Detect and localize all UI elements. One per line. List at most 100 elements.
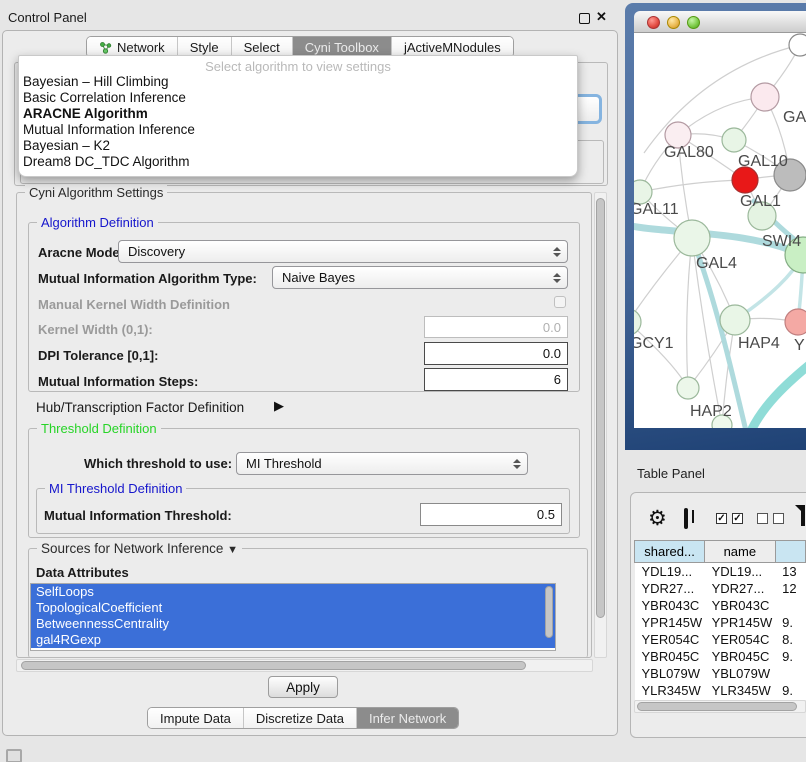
gear-icon[interactable]: ⚙ [648,506,667,531]
tab-style[interactable]: Style [177,37,231,57]
cell: YDL19... [635,563,705,580]
unchecked-checkbox-icon[interactable] [773,513,784,524]
node-table[interactable]: shared... name YDL19...YDL19...13 YDR27.… [634,540,806,700]
algorithm-option[interactable]: Mutual Information Inference [19,122,577,138]
minimize-window-icon[interactable] [667,16,680,29]
attribute-list-scrollbar[interactable] [545,586,553,638]
cell: YPR145W [635,614,705,631]
network-node-hap4[interactable] [720,305,750,335]
tab-network[interactable]: Network [87,37,177,57]
cell: 8. [775,631,805,648]
node-label-y: Y [794,337,805,354]
sources-collapse-arrow-icon[interactable]: ▼ [227,544,238,556]
column-header-partial[interactable] [775,541,805,563]
cell: 12 [775,580,805,597]
mi-threshold-label: Mutual Information Threshold: [44,508,232,523]
network-node[interactable] [789,34,806,56]
table-row[interactable]: YLR345WYLR345W9. [635,682,806,699]
cell: 9. [775,648,805,665]
network-node-salmon[interactable] [785,309,806,335]
network-window-titlebar[interactable] [634,11,806,33]
checked-checkbox-icon[interactable]: ✓ [716,513,727,524]
node-label-hap4: HAP4 [738,335,780,352]
aracne-mode-select[interactable]: Discovery [118,240,568,263]
tab-discretize-data[interactable]: Discretize Data [243,708,356,728]
tab-impute-data-label: Impute Data [160,711,231,726]
tab-style-label: Style [190,40,219,55]
manual-kernel-width-checkbox[interactable] [554,296,566,308]
aracne-mode-value: Discovery [128,244,185,259]
algorithm-option[interactable]: Bayesian – K2 [19,138,577,154]
network-node-gcy1[interactable] [634,309,641,335]
settings-horizontal-scrollbar[interactable] [16,659,593,672]
zoom-window-icon[interactable] [687,16,700,29]
dpi-tolerance-input[interactable]: 0.0 [424,342,568,365]
manual-kernel-width-label: Manual Kernel Width Definition [38,297,230,312]
column-header-name[interactable]: name [705,541,776,563]
network-canvas[interactable]: GAL GAL80 GAL10 GAL1 GAL11 SWI4 GAL4 GCY… [634,33,806,428]
unchecked-checkbox-icon[interactable] [757,513,768,524]
attribute-item[interactable]: TopologicalCoefficient [31,600,555,616]
network-node-hap2[interactable] [677,377,699,399]
column-header-shared-name[interactable]: shared... [635,541,705,563]
algorithm-option[interactable]: Dream8 DC_TDC Algorithm [19,154,577,170]
collapsed-panel-icon[interactable] [6,749,22,762]
tab-jactivemnodules[interactable]: jActiveMNodules [391,37,513,57]
algorithm-option[interactable]: Bayesian – Hill Climbing [19,74,577,90]
new-column-icon[interactable] [801,505,805,526]
apply-button[interactable]: Apply [268,676,338,698]
close-icon[interactable]: ✕ [596,9,607,25]
which-threshold-select[interactable]: MI Threshold [236,452,528,475]
node-label-gal1: GAL1 [740,193,781,210]
network-view-window: GAL GAL80 GAL10 GAL1 GAL11 SWI4 GAL4 GCY… [634,11,806,428]
cell [775,665,805,682]
network-node[interactable] [722,128,746,152]
tab-cyni-toolbox[interactable]: Cyni Toolbox [292,37,391,57]
settings-vertical-scrollbar[interactable] [594,192,607,658]
tab-impute-data[interactable]: Impute Data [148,708,243,728]
sources-title-wrap: Sources for Network Inference ▼ [37,541,242,556]
table-row[interactable]: YBL079WYBL079W [635,665,806,682]
hub-expand-arrow-icon[interactable]: ▶ [274,398,284,414]
attribute-item[interactable]: SelfLoops [31,584,555,600]
network-node[interactable] [751,83,779,111]
algorithm-option[interactable]: Basic Correlation Inference [19,90,577,106]
table-row[interactable]: YBR043CYBR043C [635,597,806,614]
table-row[interactable]: YER054CYER054C8. [635,631,806,648]
float-window-icon[interactable] [579,13,590,24]
cell: YLR345W [635,682,705,699]
mi-threshold-input[interactable]: 0.5 [420,503,562,526]
apply-button-label: Apply [286,680,320,695]
tab-select-label: Select [244,40,280,55]
cell: YBR043C [705,597,776,614]
mi-steps-input[interactable]: 6 [424,368,568,391]
check-glyph: ✓ [733,513,741,524]
table-row[interactable]: YPR145WYPR145W9. [635,614,806,631]
split-columns-icon[interactable] [684,508,688,529]
check-glyph: ✓ [717,513,725,524]
table-row[interactable]: YBR045CYBR045C9. [635,648,806,665]
attribute-item[interactable]: gal4RGexp [31,632,555,648]
close-window-icon[interactable] [647,16,660,29]
tab-select[interactable]: Select [231,37,292,57]
network-node-gal1-red[interactable] [732,167,758,193]
kernel-width-input[interactable]: 0.0 [424,316,568,338]
node-label: GAL [783,109,806,126]
node-label-hap2: HAP2 [690,403,732,420]
table-horizontal-scrollbar[interactable] [634,700,806,713]
table-row[interactable]: YDR27...YDR27...12 [635,580,806,597]
screen: Control Panel ✕ Network St [0,0,806,762]
tab-infer-network[interactable]: Infer Network [356,708,458,728]
checked-checkbox-icon[interactable]: ✓ [732,513,743,524]
mi-algorithm-type-select[interactable]: Naive Bayes [272,266,568,289]
algorithm-option-selected[interactable]: ARACNE Algorithm [19,106,577,122]
data-attributes-list[interactable]: SelfLoops TopologicalCoefficient Between… [30,583,556,651]
network-node-gal4[interactable] [674,220,710,256]
attribute-item[interactable]: BetweennessCentrality [31,616,555,632]
mi-threshold-value: 0.5 [537,507,555,522]
network-graph: GAL GAL80 GAL10 GAL1 GAL11 SWI4 GAL4 GCY… [634,33,806,428]
mi-steps-label: Mutual Information Steps: [38,374,198,389]
cell: 13 [775,563,805,580]
node-label-gal10: GAL10 [738,153,788,170]
table-row[interactable]: YDL19...YDL19...13 [635,563,806,580]
